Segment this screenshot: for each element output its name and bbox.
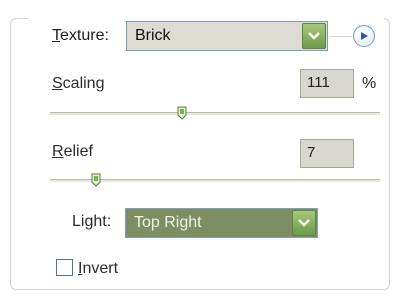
scaling-slider-track (50, 112, 380, 116)
relief-label-text: elief (63, 143, 93, 160)
scaling-label-text: caling (62, 75, 105, 92)
light-dropdown-value: Top Right (134, 214, 202, 231)
scaling-unit: % (362, 75, 377, 92)
light-label-prefix: Li (72, 213, 85, 230)
chevron-down-icon (308, 32, 320, 40)
invert-label[interactable]: Invert (78, 260, 118, 278)
relief-label-mnemonic: R (52, 143, 64, 160)
texture-label: Texture: (52, 27, 109, 45)
invert-checkbox[interactable] (56, 259, 73, 276)
texture-label-text: exture: (60, 27, 109, 44)
slider-thumb-icon[interactable] (91, 173, 101, 187)
texture-dropdown-button[interactable] (302, 23, 326, 49)
chevron-down-icon (298, 219, 310, 227)
menu-connector-line (330, 36, 352, 37)
slider-thumb-icon[interactable] (177, 106, 187, 120)
texturizer-options-panel: Texture: Brick Scaling 111 % Relief 7 Li… (0, 0, 405, 301)
relief-input[interactable]: 7 (300, 139, 354, 168)
scaling-label: Scaling (52, 75, 104, 93)
scaling-label-mnemonic: S (52, 75, 63, 92)
scaling-slider[interactable] (50, 106, 380, 120)
relief-slider[interactable] (50, 173, 380, 187)
light-dropdown[interactable]: Top Right (125, 208, 318, 238)
play-circle-icon (361, 32, 368, 40)
scaling-input[interactable]: 111 (300, 69, 354, 98)
relief-label: Relief (52, 143, 93, 161)
texture-dropdown[interactable]: Brick (126, 21, 328, 51)
texture-label-mnemonic: T (52, 27, 60, 44)
light-label: Light: (72, 213, 111, 231)
panel-menu-button[interactable] (353, 25, 375, 47)
texture-dropdown-value: Brick (135, 27, 171, 44)
invert-label-text: nvert (82, 260, 119, 277)
light-dropdown-button[interactable] (292, 210, 316, 236)
light-label-text: ht: (93, 213, 112, 230)
